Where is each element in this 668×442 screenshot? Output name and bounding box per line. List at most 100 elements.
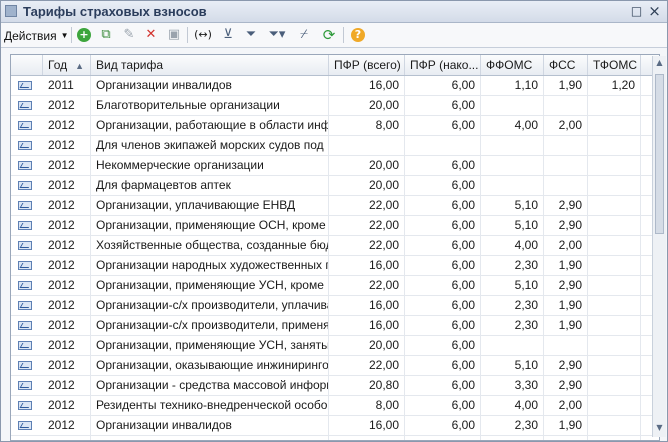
cell-tfoms [588,176,641,195]
table-row[interactable]: 2012 Организации, оказывающие инжиниринго… [11,356,659,376]
scroll-up-icon[interactable]: ▲ [654,58,665,70]
column-header-fss[interactable]: ФСС [544,55,588,75]
table-row[interactable]: 2012 Организации, применяющие УСН, заняты… [11,336,659,356]
table-row[interactable]: 2012 Организации-с/х производители, приме… [11,316,659,336]
cell-year: 2012 [43,336,91,355]
column-header-pfr-total[interactable]: ПФР (всего) [329,55,405,75]
cell-pfr-funded: 6,00 [405,416,481,435]
clear-filter-button[interactable]: ⌿ [294,25,314,44]
maximize-button[interactable]: □ [629,4,644,19]
cell-pfr-funded [405,136,481,155]
cell-tfoms [588,316,641,335]
table-row[interactable]: 2012 Организации, применяющие ОСН, кроме … [11,216,659,236]
record-icon [18,361,32,370]
cell-pfr-total: 20,80 [329,376,405,395]
table-row[interactable]: 2012 Организации народных художественных … [11,256,659,276]
cell-tariff-type: Организации народных художественных п... [91,256,329,275]
cell-tariff-type: Организации-с/х производители, уплачива.… [91,296,329,315]
column-header-pfr-funded[interactable]: ПФР (нако... [405,55,481,75]
cell-ffoms: 5,10 [481,356,544,375]
cell-tfoms [588,196,641,215]
copy-button[interactable]: ⧉ [97,25,115,44]
cell-pfr-total: 20,00 [329,336,405,355]
app-window: Тарифы страховых взносов □ × Действия ▼ … [0,0,668,442]
cell-tfoms [588,436,641,440]
table-row[interactable]: 2012 Организации, работающие в области ин… [11,116,659,136]
cell-tariff-type: Организации, применяющие ОСН, кроме с... [91,216,329,235]
cell-year: 2012 [43,416,91,435]
table-row[interactable]: 2012 Организации, применяющие УСН, кроме … [11,276,659,296]
table-row[interactable]: 2012 Организации, уплачивающие ЕНВД 22,00 6… [11,196,659,216]
close-button[interactable]: × [647,4,662,19]
cell-ffoms: 4,00 [481,396,544,415]
cell-pfr-funded: 6,00 [405,216,481,235]
filter-history-button[interactable]: ⏷▾ [264,25,290,44]
cell-year: 2012 [43,236,91,255]
table-row[interactable]: 2012 Для фармацевтов аптек 20,00 6,00 [11,176,659,196]
table-row[interactable]: 2011 Организации инвалидов 16,00 6,00 1,10 1,… [11,76,659,96]
actions-menu-button[interactable]: Действия ▼ [4,26,69,45]
table-row[interactable]: 2012 Хозяйственные общества, созданные бю… [11,236,659,256]
column-header-year[interactable]: Год ▲ [43,55,91,75]
cell-year: 2013 [43,436,91,440]
table-row[interactable]: 2012 Организации-с/х производители, уплач… [11,296,659,316]
cell-pfr-funded: 6,00 [405,256,481,275]
cell-pfr-funded: 6,00 [405,316,481,335]
table-row[interactable]: 2012 Резиденты технико-внедренческой особ… [11,396,659,416]
cell-tariff-type: Организации, применяющие УСН, кроме п... [91,276,329,295]
cell-tfoms [588,256,641,275]
column-header-tfoms[interactable]: ТФОМС [588,55,641,75]
refresh-list-button[interactable]: (↔) [192,25,214,44]
cell-pfr-funded: 6,00 [405,96,481,115]
help-button[interactable]: ? [348,25,368,44]
cell-pfr-total: 20,00 [329,96,405,115]
edit-button[interactable]: ✎ [120,25,138,44]
cell-year: 2012 [43,276,91,295]
table-row[interactable]: 2013Организации народных художественных … [11,436,659,440]
record-icon [18,261,32,270]
cell-fss [544,156,588,175]
help-icon: ? [351,27,365,42]
table-row[interactable]: 2012 Для членов экипажей морских судов по… [11,136,659,156]
cell-pfr-total: 20,00 [329,156,405,175]
table-row[interactable]: 2012 Некоммерческие организации 20,00 6,00 [11,156,659,176]
cell-ffoms [481,96,544,115]
cell-fss: 2,90 [544,276,588,295]
cell-year: 2011 [43,76,91,95]
cell-pfr-total: 8,00 [329,396,405,415]
column-header-icon [11,55,43,75]
save-button[interactable]: ▣ [165,25,183,44]
cell-pfr-funded: 6,00 [405,356,481,375]
table-row[interactable]: 2012 Организации - средства массовой инфо… [11,376,659,396]
cell-pfr-total: 16,00 [329,256,405,275]
table-row[interactable]: 2012 Благотворительные организации 20,00 6,… [11,96,659,116]
add-button[interactable]: + [75,25,93,44]
cell-year: 2012 [43,256,91,275]
cell-ffoms: 2,30 [481,296,544,315]
scrollbar-thumb[interactable] [655,74,664,234]
cell-tariff-type: Организации - средства массовой информ..… [91,376,329,395]
column-header-tariff-type[interactable]: Вид тарифа [91,55,329,75]
cell-pfr-funded: 6,00 [405,396,481,415]
cell-fss [544,96,588,115]
vertical-scrollbar[interactable]: ▲ ▼ [652,56,666,437]
parentheses-arrows-icon: (↔) [194,28,212,41]
filter-value-button[interactable]: ⏷ [241,25,261,44]
cell-tfoms [588,236,641,255]
filter-set-button[interactable]: ⊻ [218,25,238,44]
scroll-down-icon[interactable]: ▼ [654,423,665,435]
record-icon [18,161,32,170]
actions-label: Действия [4,28,57,43]
window-title: Тарифы страховых взносов [23,4,207,19]
cell-ffoms: 2,30 [481,256,544,275]
delete-button[interactable]: ✕ [142,25,160,44]
cell-year: 2012 [43,136,91,155]
refresh-button[interactable]: ⟳ [319,25,339,44]
cell-pfr-total: 16,00 [329,296,405,315]
cell-tfoms [588,156,641,175]
column-header-ffoms[interactable]: ФФОМС [481,55,544,75]
toolbar-separator [343,27,344,43]
cell-pfr-funded: 6,00 [405,336,481,355]
table-row[interactable]: 2012 Организации инвалидов 16,00 6,00 2,30 1,… [11,416,659,436]
cell-pfr-funded: 6,00 [405,116,481,135]
